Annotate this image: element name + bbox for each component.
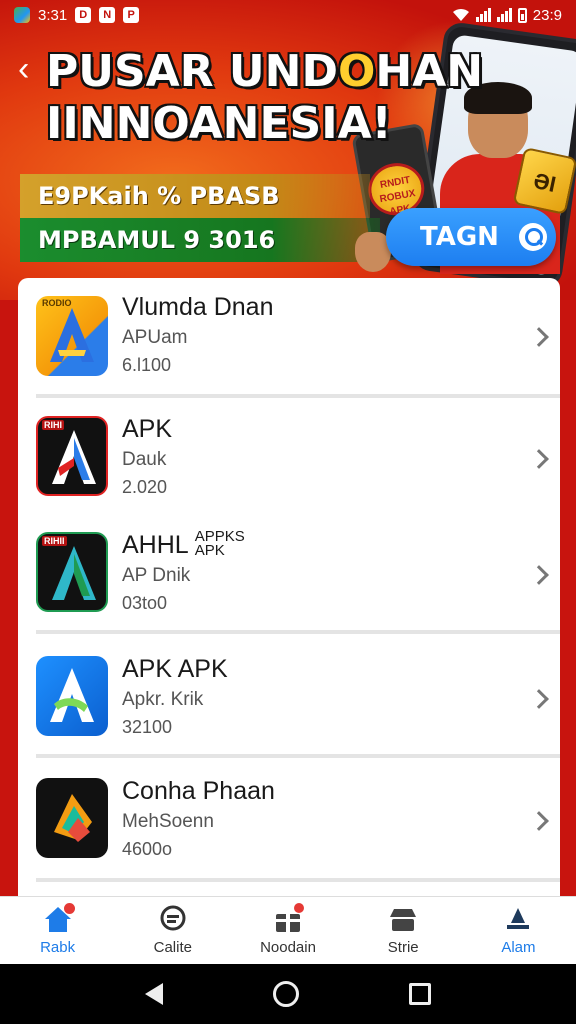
app-meta: 4600o <box>122 839 173 859</box>
app-name: Conha Phaan <box>122 777 275 805</box>
chevron-right-icon <box>529 449 549 469</box>
chevron-right-icon <box>529 327 549 347</box>
notification-d-icon: D <box>75 7 92 23</box>
promo-strip-gold: E9PKaih % PBASB <box>20 174 370 218</box>
hero-title-line1: PUSAR UNDOHAN <box>46 46 484 97</box>
chevron-right-icon <box>529 811 549 831</box>
notification-n-icon: N <box>99 7 116 23</box>
system-recents-icon[interactable] <box>409 983 431 1005</box>
status-bar: 3:31 D N P 23:9 <box>0 0 576 30</box>
app-subtitle: Apkr. Krik <box>122 689 204 710</box>
app-icon-apk: RIHI <box>36 416 108 496</box>
system-back-icon[interactable] <box>145 983 163 1005</box>
store-icon <box>390 909 417 931</box>
divider <box>36 878 560 882</box>
app-icon-vlumda: RODIO <box>36 296 108 376</box>
system-home-icon[interactable] <box>273 981 299 1007</box>
app-subtitle: APUam <box>122 327 188 348</box>
bottom-nav: Rabk Calite Noodain Strie Alam <box>0 896 576 964</box>
list-item[interactable]: RIHII AHHL APPKS APK AP Dnik 03to0 <box>18 516 560 632</box>
app-subtitle: Dauk <box>122 449 167 470</box>
battery-icon <box>517 7 527 23</box>
list-item[interactable]: Conha Phaan MehSoenn 4600o <box>18 762 560 878</box>
app-icon-ahhl: RIHII <box>36 532 108 612</box>
app-name: APK APK <box>122 655 228 683</box>
promo-strip-green: MPBAMUL 9 3016 <box>20 218 380 262</box>
nav-label: Alam <box>501 939 536 956</box>
notification-p-icon: P <box>123 7 140 23</box>
nav-item-bell[interactable]: Alam <box>461 897 576 964</box>
list-item[interactable]: RODIO Vlumda Dnan APUam 6.l100 <box>18 278 560 394</box>
app-icon-apk-apk <box>36 656 108 736</box>
nav-item-chat[interactable]: Calite <box>115 897 230 964</box>
signal-1-icon <box>475 8 491 22</box>
hero-title: PUSAR UNDOHAN IINNOANESIA! <box>46 46 506 150</box>
app-meta: 32100 <box>122 717 173 737</box>
app-notification-icon <box>14 7 30 23</box>
status-time-left: 3:31 <box>38 6 68 24</box>
list-item[interactable]: APK APK Apkr. Krik 32100 <box>18 640 560 756</box>
divider <box>36 754 560 758</box>
app-name: Vlumda Dnan <box>122 293 274 321</box>
nav-item-home[interactable]: Rabk <box>0 897 115 964</box>
signal-2-icon <box>496 8 512 22</box>
notification-dot <box>64 903 75 914</box>
list-item[interactable]: RIHI APK Dauk 2.020 <box>18 400 560 516</box>
app-subtitle: AP Dnik <box>122 565 191 586</box>
search-icon <box>518 223 547 251</box>
nav-label: Strie <box>387 939 419 956</box>
system-nav-bar <box>0 964 576 1024</box>
tag-button-label: TAGN <box>420 222 499 252</box>
app-meta: 6.l100 <box>122 355 172 375</box>
divider <box>36 630 560 634</box>
app-meta: 03to0 <box>122 593 168 613</box>
gold-cube-illustration: ƏI <box>512 147 576 215</box>
nav-label: Rabk <box>40 939 76 956</box>
app-list: RODIO Vlumda Dnan APUam 6.l100 RIHI APK … <box>18 278 560 898</box>
app-subtitle: MehSoenn <box>122 811 214 832</box>
divider <box>36 394 560 398</box>
nav-label: Calite <box>153 939 192 956</box>
back-chevron-icon[interactable]: ‹ <box>18 52 40 86</box>
nav-item-store[interactable]: Strie <box>346 897 461 964</box>
app-meta: 2.020 <box>122 477 168 497</box>
hero-title-line2: IINNOANESIA! <box>46 98 392 149</box>
wifi-icon <box>452 8 469 21</box>
chat-icon <box>160 905 186 931</box>
chevron-right-icon <box>529 565 549 585</box>
app-name-overlay: APPKS APK <box>194 528 245 559</box>
app-name: APK <box>122 415 173 443</box>
nav-item-gift[interactable]: Noodain <box>230 897 345 964</box>
tag-search-button[interactable]: TAGN <box>386 208 556 266</box>
app-name: AHHL APPKS APK <box>122 528 245 559</box>
bell-icon <box>507 908 530 929</box>
nav-label: Noodain <box>260 939 316 956</box>
status-time-right: 23:9 <box>532 6 562 24</box>
chevron-right-icon <box>529 689 549 709</box>
app-icon-conha <box>36 778 108 858</box>
